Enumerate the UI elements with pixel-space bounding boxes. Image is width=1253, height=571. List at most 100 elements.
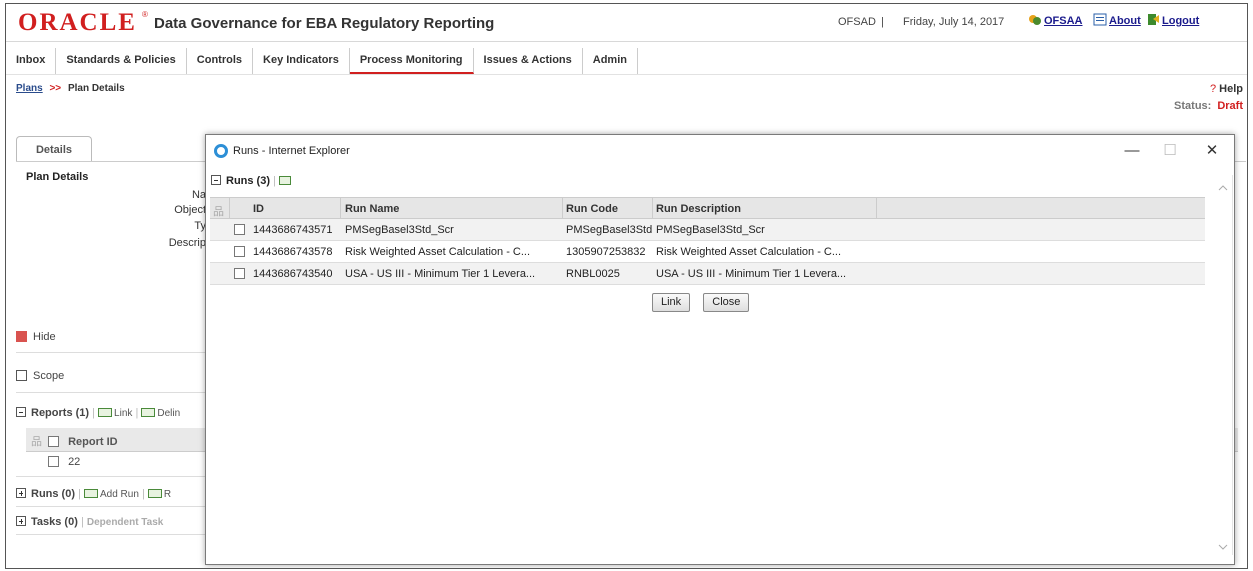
close-button[interactable]: Close (703, 293, 750, 312)
logout-link[interactable]: Logout (1162, 15, 1199, 27)
scroll-down-icon[interactable] (1218, 544, 1228, 550)
column-run-name[interactable]: Run Name (345, 203, 399, 215)
tab-admin[interactable]: Admin (583, 48, 638, 74)
tab-inbox[interactable]: Inbox (6, 48, 57, 74)
report-row: 22 (48, 456, 80, 468)
collapse-box-icon[interactable] (16, 407, 26, 417)
run-description: USA - US III - Minimum Tier 1 Levera... (656, 268, 847, 280)
hierarchy-icon[interactable]: 品 (213, 203, 224, 219)
breadcrumb-separator: >> (49, 83, 62, 94)
row-checkbox[interactable] (234, 246, 245, 258)
tasks-title: Tasks (0) (31, 516, 78, 528)
report-id-column: Report ID (68, 436, 118, 448)
run-code: 1305907253832 (566, 246, 646, 258)
run-name: PMSegBasel3Std_Scr (345, 224, 454, 236)
popup-title: Runs - Internet Explorer (233, 145, 350, 157)
breadcrumb: Plans >> Plan Details (16, 83, 125, 94)
help-icon: ? (1209, 83, 1217, 95)
dependent-task-action[interactable]: Dependent Task (87, 517, 164, 528)
internet-explorer-icon (214, 144, 228, 158)
remove-run-icon (147, 489, 162, 498)
breadcrumb-current: Plan Details (67, 83, 125, 94)
reports-delink-action[interactable]: Delin (157, 408, 180, 419)
hierarchy-icon: 品 (31, 436, 42, 448)
about-link[interactable]: About (1109, 15, 1141, 27)
status-label: Status: (1174, 100, 1212, 112)
column-run-description[interactable]: Run Description (656, 203, 741, 215)
runs-grid-toolbar: Runs (3) | (211, 175, 293, 187)
table-row[interactable]: 1443686743578 Risk Weighted Asset Calcul… (210, 241, 1205, 263)
delink-icon (141, 408, 156, 417)
status-value: Draft (1217, 100, 1243, 112)
popup-titlebar[interactable]: Runs - Internet Explorer — ☐ ✕ (206, 135, 1234, 167)
maximize-button[interactable]: ☐ (1160, 141, 1180, 161)
row-checkbox[interactable] (234, 224, 245, 236)
field-label-objective: Object (174, 204, 206, 216)
scope-icon (16, 370, 27, 381)
column-id[interactable]: ID (253, 203, 264, 215)
add-run-action[interactable]: Add Run (100, 489, 139, 500)
row-checkbox[interactable] (234, 268, 245, 280)
runs-section-header: Runs (0) | Add Run | R (16, 488, 171, 500)
table-row[interactable]: 1443686743540 USA - US III - Minimum Tie… (210, 263, 1205, 285)
run-code: RNBL0025 (566, 268, 620, 280)
main-nav-tabs: Inbox Standards & Policies Controls Key … (6, 48, 666, 74)
tab-controls[interactable]: Controls (187, 48, 254, 74)
tab-issues-actions[interactable]: Issues & Actions (474, 48, 583, 74)
runs-title: Runs (0) (31, 488, 75, 500)
reports-link-action[interactable]: Link (114, 408, 132, 419)
tab-divider (6, 74, 1247, 75)
tab-standards-policies[interactable]: Standards & Policies (56, 48, 187, 74)
help-link[interactable]: ? Help (1210, 83, 1243, 95)
scope-label: Scope (33, 370, 65, 382)
run-name: USA - US III - Minimum Tier 1 Levera... (345, 268, 536, 280)
header-separator: | (881, 16, 884, 28)
link-icon (98, 408, 113, 417)
runs-popup-window: Runs - Internet Explorer — ☐ ✕ Runs (3) … (205, 134, 1235, 565)
link-button[interactable]: Link (652, 293, 691, 312)
column-run-code[interactable]: Run Code (566, 203, 618, 215)
expand-box-icon[interactable] (16, 488, 26, 498)
tab-key-indicators[interactable]: Key Indicators (253, 48, 350, 74)
remove-run-action[interactable]: R (164, 489, 171, 500)
breadcrumb-plans-link[interactable]: Plans (16, 83, 43, 94)
report-id-value: 22 (68, 456, 81, 468)
hide-label: Hide (33, 331, 56, 343)
expand-box-icon[interactable] (16, 516, 26, 526)
reports-title: Reports (1) (31, 407, 90, 419)
tab-process-monitoring[interactable]: Process Monitoring (349, 48, 474, 74)
user-name: OFSAD (838, 16, 876, 28)
about-icon (1093, 13, 1107, 26)
collapse-icon (16, 331, 27, 342)
hide-toggle[interactable]: Hide (16, 331, 56, 343)
scope-section[interactable]: Scope (16, 370, 64, 382)
app-title: Data Governance for EBA Regulatory Repor… (154, 15, 495, 32)
row-checkbox[interactable] (48, 456, 59, 467)
collapse-box-icon[interactable] (211, 175, 221, 185)
tab-details[interactable]: Details (16, 136, 92, 162)
ofsaa-link[interactable]: OFSAA (1044, 15, 1083, 27)
select-all-checkbox[interactable] (48, 436, 59, 447)
reports-section-header: Reports (1) | Link | Delin (16, 407, 180, 419)
status-indicator: Status: Draft (1174, 100, 1243, 112)
run-id: 1443686743540 (253, 268, 333, 280)
run-description: Risk Weighted Asset Calculation - C... (656, 246, 842, 258)
reports-column-header: 品 Report ID (31, 433, 118, 449)
tasks-section-header: Tasks (0) | Dependent Task (16, 516, 163, 528)
field-label-type: Ty (194, 220, 206, 232)
registered-mark: ® (142, 10, 148, 19)
logout-icon (1148, 14, 1159, 25)
scrollbar-track[interactable] (1232, 175, 1233, 555)
export-icon[interactable] (278, 176, 291, 185)
table-row[interactable]: 1443686743571 PMSegBasel3Std_Scr PMSegBa… (210, 219, 1205, 241)
minimize-button[interactable]: — (1122, 141, 1142, 161)
close-window-button[interactable]: ✕ (1202, 141, 1222, 161)
run-id: 1443686743578 (253, 246, 333, 258)
ofsaa-icon (1029, 15, 1041, 25)
run-name: Risk Weighted Asset Calculation - C... (345, 246, 531, 258)
popup-action-buttons: Link Close (652, 293, 759, 312)
runs-grid: 品 ID Run Name Run Code Run Description 1… (210, 197, 1205, 285)
plan-details-heading: Plan Details (26, 171, 89, 183)
run-description: PMSegBasel3Std_Scr (656, 224, 765, 236)
scroll-up-icon[interactable] (1218, 185, 1228, 191)
